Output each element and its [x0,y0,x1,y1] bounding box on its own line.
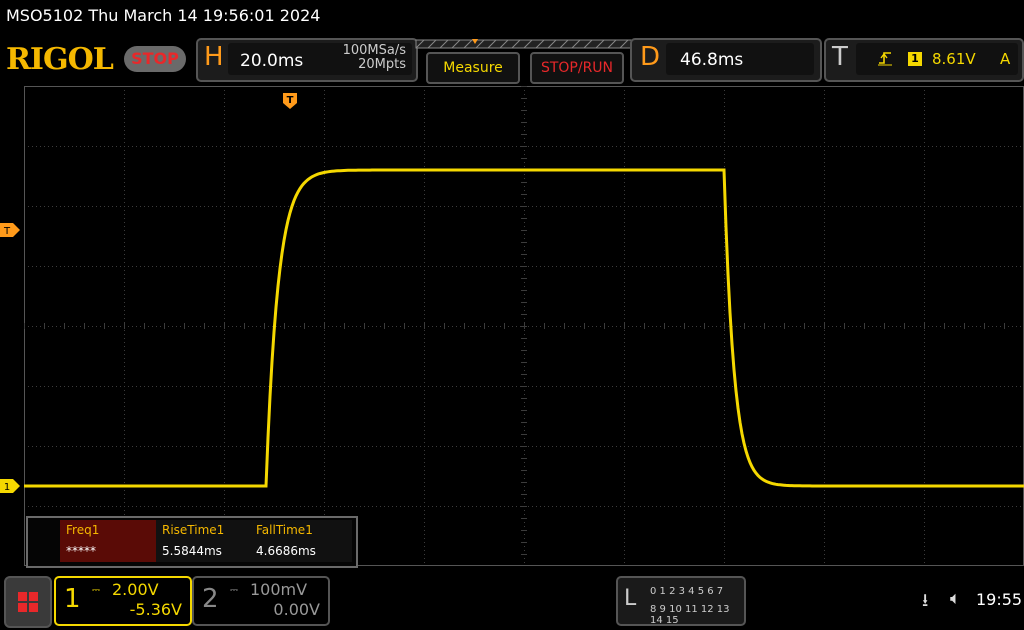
trigger-level-marker[interactable]: T [0,222,20,238]
delay-value: 46.8ms [680,50,744,70]
ch1-marker-label: 1 [4,482,10,493]
ch1-scale: 2.00V [112,580,159,599]
dc-coupling-icon: ⎓ [230,585,238,596]
rising-edge-icon [878,52,892,66]
sample-rate: 100MSa/s [342,43,406,58]
graticule [24,86,1024,566]
ch1-settings[interactable]: 1 ⎓ 2.00V -5.36V [54,576,192,626]
measurement-freq[interactable]: Freq1 ***** [60,520,156,562]
delay-panel[interactable]: D 46.8ms [630,38,822,82]
ch1-offset: -5.36V [129,600,182,619]
stop-run-button[interactable]: STOP/RUN [530,52,624,84]
trigger-mode: A [1000,50,1011,68]
trigger-readout: 1 8.61V A [856,43,1018,75]
status-clock: 19:55 [976,590,1023,609]
menu-button[interactable] [4,576,52,628]
trigger-letter: T [832,42,848,72]
digital-channels-row2: 8 9 10 11 12 13 14 15 [650,604,730,626]
trigger-panel[interactable]: T 1 8.61V A [824,38,1024,82]
ch2-settings[interactable]: 2 ⎓ 100mV 0.00V [192,576,330,626]
rigol-logo: RIGOL [6,42,114,77]
usb-icon: ⭳ [922,590,929,611]
ch2-scale: 100mV [250,580,308,599]
grid-menu-icon [18,592,38,612]
memory-depth: 20Mpts [358,57,406,72]
title-bar: MSO5102 Thu March 14 19:56:01 2024 [0,0,1024,32]
acquisition-info: 100MSa/s 20Mpts [343,44,406,72]
horizontal-letter: H [204,42,224,72]
ch1-number: 1 [64,584,81,614]
measurement-name: RiseTime1 [162,523,225,537]
delay-letter: D [640,42,661,72]
measurement-value: 4.6686ms [256,544,316,558]
window-title: MSO5102 Thu March 14 19:56:01 2024 [6,6,321,25]
waveform-display[interactable] [24,86,1024,566]
measurement-name: FallTime1 [256,523,313,537]
delay-readout: 46.8ms [666,43,814,75]
ch1-offset-marker[interactable]: 1 [0,478,20,494]
timebase-value: 20.0ms [240,51,304,71]
logic-analyzer-letter: L [624,586,637,611]
horizontal-readout: 20.0ms 100MSa/s 20Mpts [228,43,412,75]
speaker-muted-icon[interactable]: 🔈︎ [950,588,961,609]
measurement-panel[interactable]: Freq1 ***** RiseTime1 5.5844ms FallTime1… [26,516,358,568]
trigger-source-badge: 1 [908,52,922,66]
measurement-falltime[interactable]: FallTime1 4.6686ms [250,520,352,562]
horizontal-panel[interactable]: H 20.0ms 100MSa/s 20Mpts [196,38,418,82]
dc-coupling-icon: ⎓ [92,585,100,596]
measurement-name: Freq1 [66,523,100,537]
run-state-badge[interactable]: STOP [124,46,186,72]
measurement-value: 5.5844ms [162,544,222,558]
ch2-number: 2 [202,584,219,614]
measurement-value: ***** [66,544,96,558]
trigger-position-label: T [287,95,294,106]
trigger-level: 8.61V [932,50,976,68]
logic-analyzer-panel[interactable]: L 0 1 2 3 4 5 6 7 8 9 10 11 12 13 14 15 [616,576,746,626]
memory-position-ruler [415,39,633,49]
trigger-level-label: T [3,226,11,237]
measurement-risetime[interactable]: RiseTime1 5.5844ms [156,520,250,562]
trigger-position-marker[interactable]: T [282,92,298,110]
digital-channels-row1: 0 1 2 3 4 5 6 7 [650,586,724,597]
ch2-offset: 0.00V [273,600,320,619]
measure-button[interactable]: Measure [426,52,520,84]
